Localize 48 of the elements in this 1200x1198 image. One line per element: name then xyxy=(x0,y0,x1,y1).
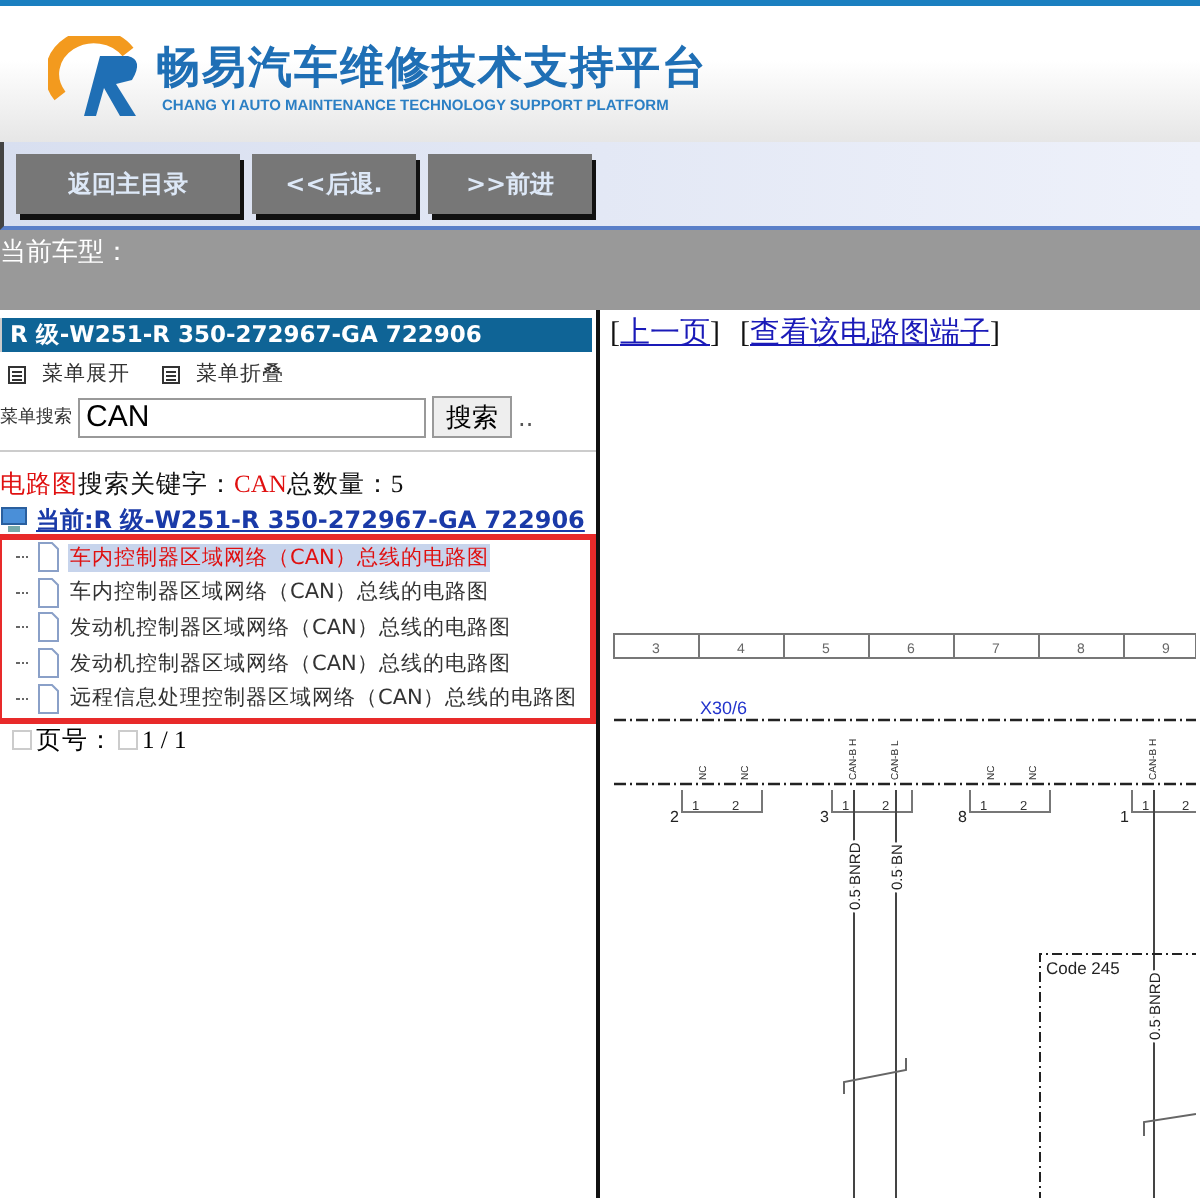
document-icon xyxy=(36,577,60,608)
document-icon xyxy=(36,612,60,643)
tree-root-item[interactable]: 当前:R 级-W251-R 350-272967-GA 722906 xyxy=(36,506,585,534)
tree-item[interactable]: 远程信息处理控制器区域网络（CAN）总线的电路图 xyxy=(68,684,579,713)
search-label: 菜单搜索 xyxy=(0,405,72,430)
tree-item[interactable]: 车内控制器区域网络（CAN）总线的电路图 xyxy=(68,578,491,607)
twist-mark xyxy=(843,1056,907,1095)
count-value: 5 xyxy=(390,470,404,498)
image-icon xyxy=(118,730,138,751)
document-icon xyxy=(36,648,60,679)
list-icon xyxy=(162,365,180,383)
more-text: .. xyxy=(518,403,534,431)
connector-position: 8 xyxy=(958,807,967,826)
tree-item[interactable]: 发动机控制器区域网络（CAN）总线的电路图 xyxy=(68,613,513,642)
bracket-link[interactable]: [查看该电路图端子] xyxy=(740,314,1000,370)
pin-bracket xyxy=(831,788,913,813)
count-label: 总数量： xyxy=(286,468,391,498)
keyword-value: CAN xyxy=(234,470,287,498)
connector-position: 3 xyxy=(820,807,829,826)
twist-mark xyxy=(1143,1112,1196,1137)
search-field[interactable]: CAN xyxy=(78,397,426,437)
connector-position: 2 xyxy=(670,807,679,826)
nav-button[interactable]: >>前进 xyxy=(428,154,592,214)
platform-title: 畅易汽车维修技术支持平台 xyxy=(156,43,708,95)
computer-icon xyxy=(0,506,28,534)
result-category: 电路图 xyxy=(0,468,78,498)
document-icon xyxy=(36,542,60,573)
sidebar-title: R 级-W251-R 350-272967-GA 722906 xyxy=(0,318,592,352)
page-label: 页号： xyxy=(36,723,114,758)
bracket-link[interactable]: [上一页] xyxy=(610,314,720,370)
pin-bracket xyxy=(681,788,763,813)
nav-button[interactable]: 返回主目录 xyxy=(16,154,240,214)
menu-toggle-link[interactable]: 菜单折叠 xyxy=(196,360,284,388)
tree-item[interactable]: 发动机控制器区域网络（CAN）总线的电路图 xyxy=(68,649,513,678)
keyword-label: 搜索关键字： xyxy=(78,468,234,498)
current-model-label: 当前车型： xyxy=(0,236,130,272)
connector-position: 1 xyxy=(1120,807,1129,826)
image-icon xyxy=(12,730,32,751)
page-number: 1 / 1 xyxy=(142,725,187,756)
code-label: Code 245 xyxy=(1046,957,1120,978)
menu-toggle-link[interactable]: 菜单展开 xyxy=(42,360,130,388)
search-button[interactable]: 搜索 xyxy=(432,396,512,438)
pin-bracket xyxy=(1131,788,1196,813)
nav-button[interactable]: <<后退. xyxy=(252,154,416,214)
connector-label: X30/6 xyxy=(700,697,748,718)
pin-bracket xyxy=(969,788,1051,813)
document-icon xyxy=(36,683,60,714)
list-icon xyxy=(8,365,26,383)
